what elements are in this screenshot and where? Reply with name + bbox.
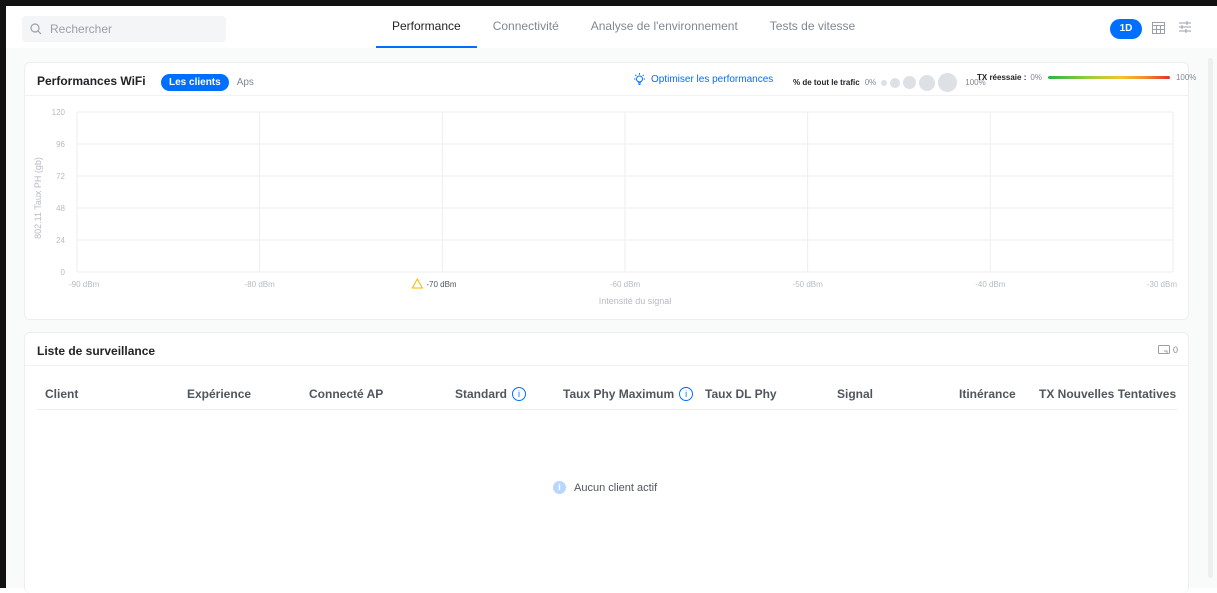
tx-legend-label: TX réessaie : xyxy=(977,73,1027,82)
clients-aps-toggle: Les clients Aps xyxy=(161,74,262,91)
info-icon: i xyxy=(553,481,566,494)
wifi-card-title: Performances WiFi xyxy=(37,74,146,88)
x-tick-label: -80 dBm xyxy=(245,280,276,289)
watchlist-title: Liste de surveillance xyxy=(37,344,156,358)
watchlist-count[interactable]: 0 xyxy=(1157,345,1178,355)
col-experience-label: Expérience xyxy=(187,387,252,401)
col-client[interactable]: Client xyxy=(45,387,78,401)
wifi-performance-card: Performances WiFi Les clients Aps Optimi… xyxy=(24,62,1196,320)
col-connected-ap-label: Connecté AP xyxy=(309,387,384,401)
traffic-legend-min: 0% xyxy=(864,78,877,87)
lightbulb-icon xyxy=(634,73,645,85)
calendar-icon[interactable] xyxy=(1152,21,1165,34)
tx-retry-legend: TX réessaie : 0% 100% xyxy=(977,73,1196,82)
col-tx-retries-label: TX Nouvelles Tentatives xyxy=(1039,387,1177,401)
traffic-dot-xl xyxy=(938,73,958,92)
x-tick-label: -30 dBm xyxy=(1147,280,1178,289)
x-tick-label: -70 dBm xyxy=(426,280,457,289)
empty-state: i Aucun client actif xyxy=(553,481,657,494)
traffic-legend: % de tout le trafic 0% 100% xyxy=(793,73,986,92)
col-tx-retries[interactable]: TX Nouvelles Tentatives xyxy=(1039,387,1176,401)
col-roaming[interactable]: Itinérance xyxy=(959,387,1016,401)
col-signal[interactable]: Signal xyxy=(837,387,873,401)
info-icon[interactable]: i xyxy=(512,387,527,401)
content-area: Performances WiFi Les clients Aps Optimi… xyxy=(6,48,1217,593)
col-dl-phy-rate-label: Taux DL Phy xyxy=(705,387,777,401)
vertical-scrollbar[interactable] xyxy=(1208,58,1213,578)
segment-aps[interactable]: Aps xyxy=(229,74,262,91)
traffic-legend-label: % de tout le trafic xyxy=(793,78,860,87)
traffic-dot-l xyxy=(919,74,936,91)
x-tick-label: -40 dBm xyxy=(975,280,1006,289)
x-tick-label: -60 dBm xyxy=(610,280,641,289)
traffic-dot-s xyxy=(890,77,901,88)
col-connected-ap[interactable]: Connecté AP xyxy=(309,387,383,401)
watchlist-card: Liste de surveillance 0 Client Expérienc… xyxy=(24,332,1189,593)
tab-tests-vitesse[interactable]: Tests de vitesse xyxy=(754,6,871,46)
col-experience[interactable]: Expérience xyxy=(187,387,251,401)
table-header: Client Expérience Connecté AP Standard i … xyxy=(37,381,1177,410)
empty-state-message: Aucun client actif xyxy=(574,481,658,494)
y-tick-label: 72 xyxy=(56,172,65,181)
watchlist-count-value: 0 xyxy=(1172,345,1178,355)
top-bar: Performance Connectivité Analyse de l'en… xyxy=(6,6,1217,48)
tx-legend-max: 100% xyxy=(1175,73,1197,82)
time-range-button[interactable]: 1D xyxy=(1110,19,1142,39)
x-axis-label: Intensité du signal xyxy=(599,296,672,306)
search-box[interactable] xyxy=(22,16,226,42)
col-roaming-label: Itinérance xyxy=(959,387,1016,401)
y-tick-label: 96 xyxy=(56,140,65,149)
col-standard[interactable]: Standard i xyxy=(455,387,527,401)
filter-icon[interactable] xyxy=(1179,21,1191,33)
tx-gradient-bar xyxy=(1047,76,1170,79)
tab-bar: Performance Connectivité Analyse de l'en… xyxy=(376,6,871,48)
y-tick-label: 48 xyxy=(56,204,65,213)
x-tick-label: -50 dBm xyxy=(793,280,824,289)
col-standard-label: Standard xyxy=(455,387,508,401)
y-tick-label: 24 xyxy=(56,236,65,245)
y-axis-label: 802.11 Taux PH (gb) xyxy=(33,157,43,239)
col-max-phy-rate[interactable]: Taux Phy Maximum i xyxy=(563,387,694,401)
y-tick-label: 0 xyxy=(61,268,66,277)
search-icon xyxy=(30,23,42,35)
tab-analyse-environnement[interactable]: Analyse de l'environnement xyxy=(575,6,754,46)
warning-icon xyxy=(411,277,424,289)
info-icon[interactable]: i xyxy=(679,387,694,401)
optimize-performance-link[interactable]: Optimiser les performances xyxy=(633,73,773,86)
y-tick-label: 120 xyxy=(52,108,66,117)
tx-legend-min: 0% xyxy=(1030,73,1042,82)
tab-performance[interactable]: Performance xyxy=(376,6,477,48)
col-max-phy-rate-label: Taux Phy Maximum xyxy=(563,387,675,401)
segment-clients[interactable]: Les clients xyxy=(161,74,229,91)
col-signal-label: Signal xyxy=(837,387,874,401)
traffic-dot-m xyxy=(903,76,917,89)
col-dl-phy-rate[interactable]: Taux DL Phy xyxy=(705,387,777,401)
tab-connectivite[interactable]: Connectivité xyxy=(477,6,575,46)
optimize-label: Optimiser les performances xyxy=(651,74,774,85)
traffic-dot-xs xyxy=(881,79,888,86)
signal-rate-chart: 120 96 72 48 24 0-90 dBm -80 dBm -70 dBm -60 dBm… xyxy=(33,108,1178,306)
search-input[interactable] xyxy=(48,21,222,37)
card-divider xyxy=(25,365,1188,366)
col-client-label: Client xyxy=(45,387,79,401)
x-tick-label: -90 dBm xyxy=(69,280,100,289)
monitor-icon xyxy=(1157,345,1170,354)
